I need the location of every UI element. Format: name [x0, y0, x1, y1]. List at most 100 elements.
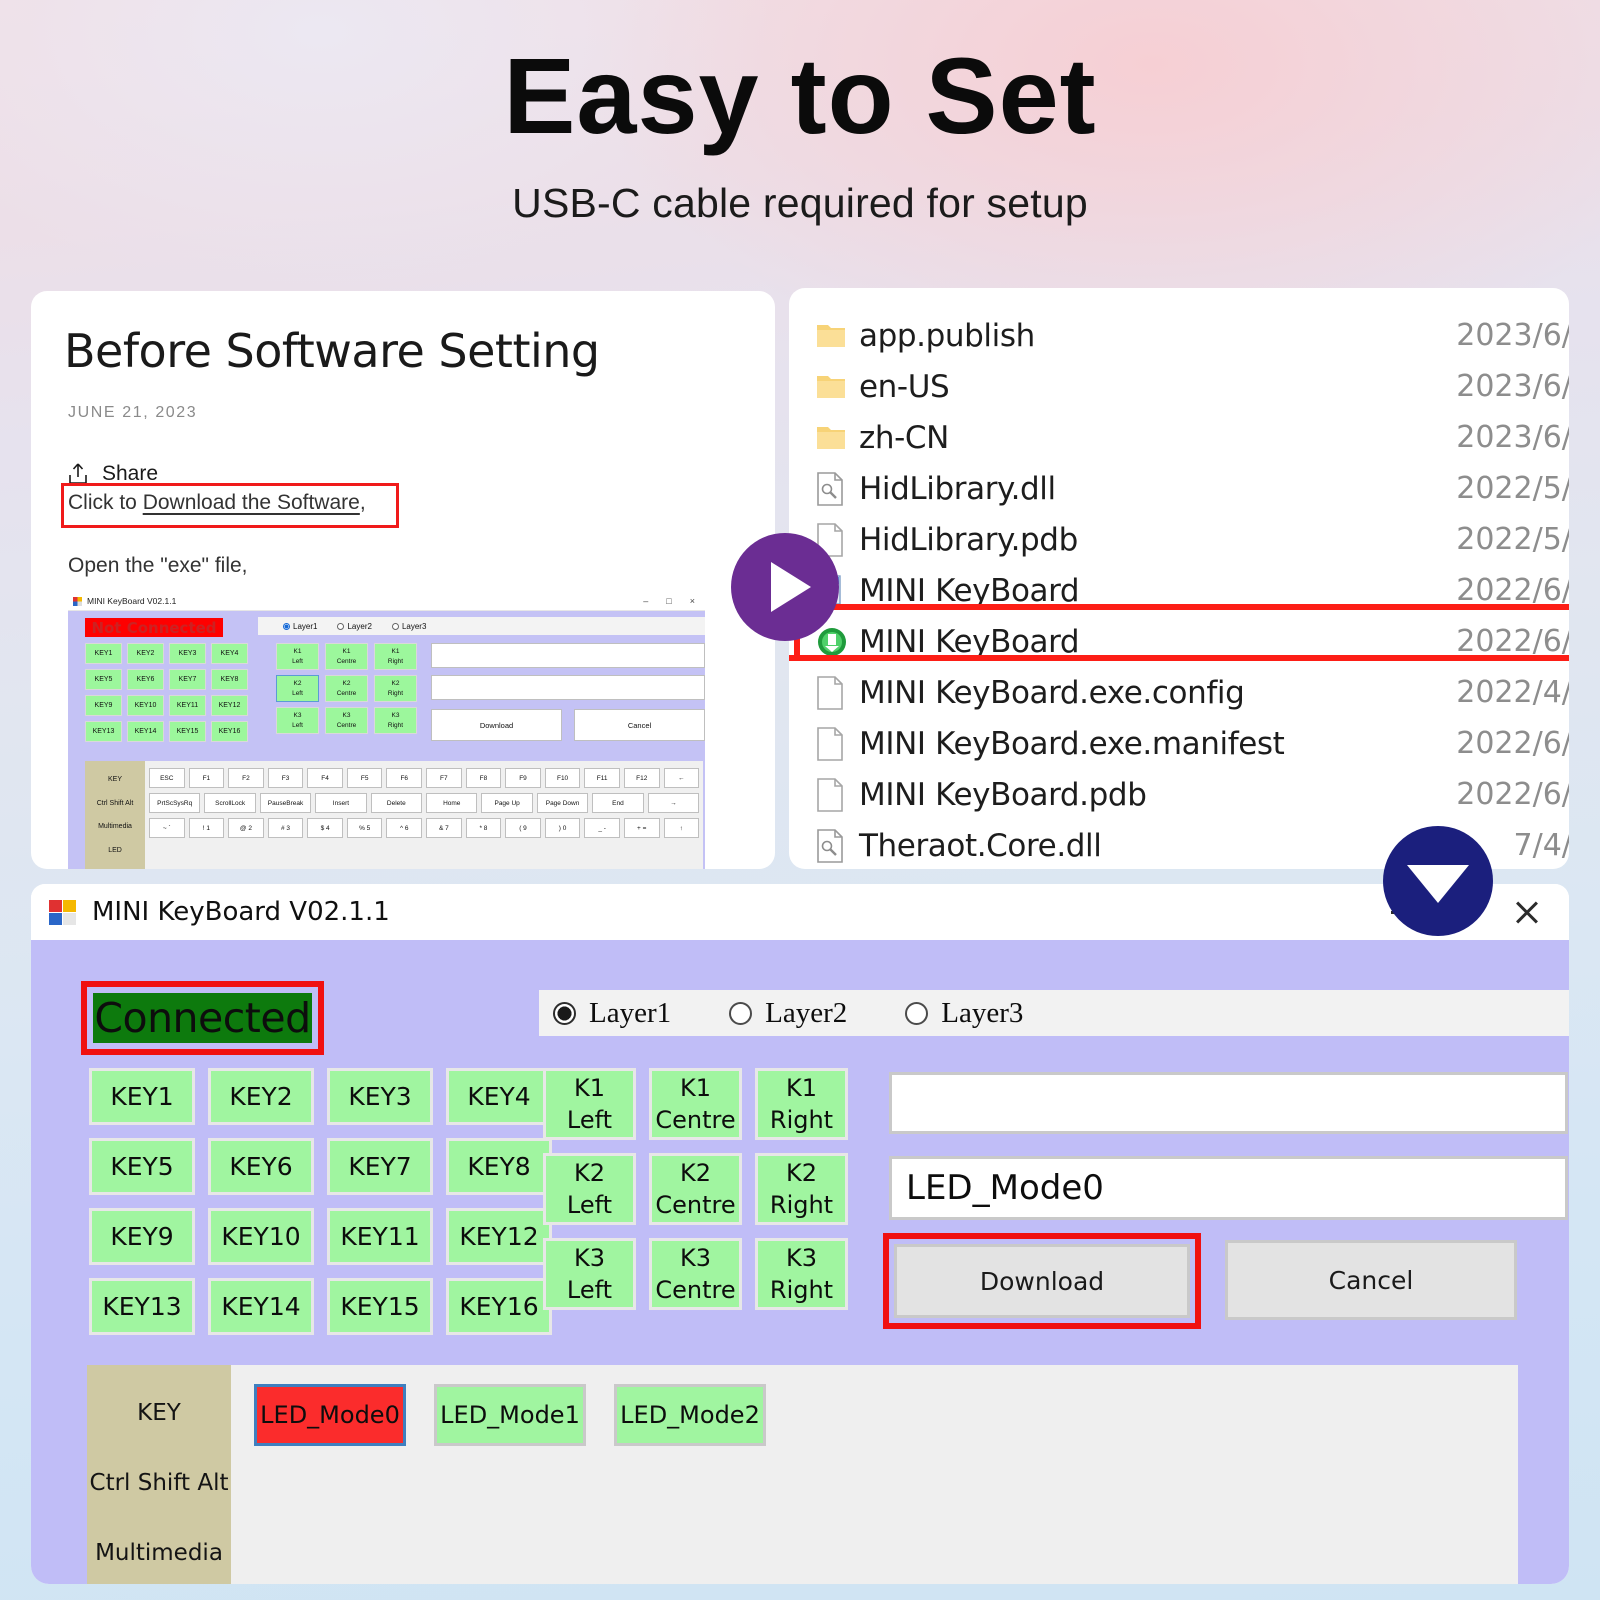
- knob-button[interactable]: K1 Centre: [649, 1068, 742, 1140]
- key-button[interactable]: KEY13: [89, 1278, 195, 1335]
- key-button[interactable]: KEY1: [89, 1068, 195, 1125]
- key-button[interactable]: KEY12: [446, 1208, 552, 1265]
- mini-keyboard-key[interactable]: F3: [267, 768, 304, 788]
- mini-minimize-icon[interactable]: –: [643, 596, 648, 606]
- mini-category-item[interactable]: LED: [108, 847, 122, 854]
- mini-keyboard-key[interactable]: F2: [228, 768, 264, 788]
- mini-key-button[interactable]: KEY8: [211, 669, 248, 690]
- category-item[interactable]: KEY: [137, 1400, 181, 1426]
- mini-keyboard-key[interactable]: F5: [346, 768, 383, 788]
- macro-input-top[interactable]: [889, 1072, 1568, 1134]
- mini-layer-3[interactable]: Layer3: [391, 622, 426, 631]
- file-row[interactable]: app.publish 2023/6/2: [789, 310, 1569, 361]
- share-button[interactable]: Share: [31, 422, 775, 486]
- mini-keyboard-key[interactable]: F1: [188, 768, 225, 788]
- mini-close-icon[interactable]: ×: [690, 596, 695, 606]
- mini-knob-button[interactable]: K1 Centre: [325, 643, 368, 670]
- led-mode-button[interactable]: LED_Mode0: [254, 1384, 406, 1446]
- mini-key-button[interactable]: KEY6: [127, 669, 164, 690]
- mini-keyboard-key[interactable]: % 5: [346, 818, 383, 838]
- mini-keyboard-key[interactable]: Home: [426, 793, 478, 813]
- mini-knob-button[interactable]: K3 Left: [276, 707, 319, 734]
- knob-button[interactable]: K3 Left: [543, 1238, 636, 1310]
- knob-button[interactable]: K2 Right: [755, 1153, 848, 1225]
- mini-keyboard-key[interactable]: ^ 6: [386, 818, 423, 838]
- knob-button[interactable]: K1 Left: [543, 1068, 636, 1140]
- file-list[interactable]: app.publish 2023/6/2 en-US 2023/6/2 zh-CN 202…: [789, 288, 1569, 869]
- mini-keyboard-key[interactable]: F4: [307, 768, 343, 788]
- radio-icon[interactable]: [283, 622, 290, 630]
- mini-category-item[interactable]: KEY: [108, 776, 122, 783]
- mini-keyboard-key[interactable]: F12: [623, 768, 660, 788]
- category-item[interactable]: Multimedia: [95, 1540, 223, 1566]
- mini-keyboard-key[interactable]: * 8: [465, 818, 502, 838]
- mini-cancel-button[interactable]: Cancel: [574, 709, 705, 741]
- mini-download-button[interactable]: Download: [431, 709, 562, 741]
- file-row[interactable]: MINI KeyBoard.exe.manifest 2022/6/5: [789, 718, 1569, 769]
- knob-button[interactable]: K2 Left: [543, 1153, 636, 1225]
- led-mode-list[interactable]: LED_Mode0 LED_Mode1 LED_Mode2: [231, 1365, 1518, 1584]
- mini-keyboard-key[interactable]: PrtScSysRq: [149, 793, 201, 813]
- key-button[interactable]: KEY5: [89, 1138, 195, 1195]
- mini-key-button[interactable]: KEY10: [127, 695, 164, 716]
- radio-icon[interactable]: [337, 622, 345, 630]
- mini-input-bottom[interactable]: [431, 675, 705, 700]
- mini-key-button[interactable]: KEY13: [85, 721, 122, 742]
- led-mode-button[interactable]: LED_Mode2: [614, 1384, 766, 1446]
- mini-key-grid[interactable]: KEY1 KEY2 KEY3 KEY4 KEY5 KEY6 KEY7 KEY8 KEY9 KEY1…: [85, 643, 248, 742]
- knob-button[interactable]: K1 Right: [755, 1068, 848, 1140]
- file-row[interactable]: HidLibrary.pdb 2022/5/1: [789, 514, 1569, 565]
- mini-keyboard-key[interactable]: # 3: [267, 818, 304, 838]
- mini-knob-matrix[interactable]: K1 Left K1 Centre K1 Right K2 Left K2 Centre K2 Rig…: [276, 643, 417, 734]
- mini-input-top[interactable]: [431, 643, 705, 668]
- chevron-down-circle-icon[interactable]: [1383, 826, 1493, 936]
- mini-keyboard-key[interactable]: + =: [623, 818, 660, 838]
- key-button[interactable]: KEY14: [208, 1278, 314, 1335]
- mini-keyboard-key[interactable]: PauseBreak: [259, 793, 312, 813]
- mini-keyboard-key[interactable]: Delete: [370, 793, 423, 813]
- download-link[interactable]: Download the Software: [143, 491, 360, 514]
- mini-keyboard-row[interactable]: PrtScSysRq ScrollLock PauseBreak Insert Dele…: [149, 793, 700, 813]
- layer-option-2[interactable]: Layer2: [729, 997, 847, 1030]
- mini-knob-button[interactable]: K3 Right: [374, 707, 417, 734]
- mini-key-button[interactable]: KEY9: [85, 695, 122, 716]
- mini-knob-button[interactable]: K1 Right: [374, 643, 417, 670]
- knob-button[interactable]: K2 Centre: [649, 1153, 742, 1225]
- key-button[interactable]: KEY4: [446, 1068, 552, 1125]
- key-button[interactable]: KEY9: [89, 1208, 195, 1265]
- mini-key-button[interactable]: KEY11: [169, 695, 206, 716]
- mini-keyboard-key[interactable]: ) 0: [544, 818, 581, 838]
- mini-key-button[interactable]: KEY7: [169, 669, 206, 690]
- mini-key-button[interactable]: KEY16: [211, 721, 248, 742]
- key-button[interactable]: KEY15: [327, 1278, 433, 1335]
- macro-input-bottom[interactable]: LED_Mode0: [889, 1156, 1568, 1220]
- mini-key-button[interactable]: KEY5: [85, 669, 122, 690]
- mini-keyboard-key[interactable]: _ -: [584, 818, 620, 838]
- mini-keyboard-key[interactable]: F8: [465, 768, 502, 788]
- mini-keyboard-key[interactable]: Page Up: [481, 793, 533, 813]
- file-row[interactable]: HidLibrary.dll 2022/5/1: [789, 463, 1569, 514]
- key-button[interactable]: KEY8: [446, 1138, 552, 1195]
- mini-key-button[interactable]: KEY4: [211, 643, 248, 664]
- file-row[interactable]: zh-CN 2023/6/2: [789, 412, 1569, 463]
- mini-knob-button[interactable]: K3 Centre: [325, 707, 368, 734]
- mini-layer-2[interactable]: Layer2: [337, 622, 372, 631]
- knob-matrix[interactable]: K1 Left K1 Centre K1 Right K2 Left K2 Centre K2 Rig…: [543, 1068, 848, 1310]
- mini-key-button[interactable]: KEY14: [127, 721, 164, 742]
- category-item[interactable]: Ctrl Shift Alt: [90, 1470, 229, 1496]
- key-button[interactable]: KEY6: [208, 1138, 314, 1195]
- mini-category-sidebar[interactable]: KEY Ctrl Shift Alt Multimedia LED: [85, 761, 145, 869]
- mini-layer-selector[interactable]: Layer1 Layer2 Layer3: [258, 617, 705, 635]
- mini-key-button[interactable]: KEY1: [85, 643, 122, 664]
- radio-icon[interactable]: [905, 1001, 929, 1025]
- close-icon[interactable]: [1513, 898, 1541, 926]
- key-grid[interactable]: KEY1 KEY2 KEY3 KEY4 KEY5 KEY6 KEY7 KEY8 KEY9 KEY1…: [89, 1068, 552, 1335]
- mini-keyboard-row[interactable]: ESC F1 F2 F3 F4 F5 F6 F7 F8 F9 F10 F11 F12 ←: [149, 768, 700, 788]
- download-instruction[interactable]: Click to Download the Software,: [68, 491, 366, 515]
- radio-icon[interactable]: [729, 1001, 753, 1025]
- radio-icon[interactable]: [391, 622, 399, 630]
- mini-keyboard-key[interactable]: ←: [663, 768, 700, 788]
- mini-keyboard-key[interactable]: ↑: [663, 818, 700, 838]
- mini-keyboard-key[interactable]: ~ `: [149, 818, 185, 838]
- mini-window-controls[interactable]: – □ ×: [643, 596, 705, 606]
